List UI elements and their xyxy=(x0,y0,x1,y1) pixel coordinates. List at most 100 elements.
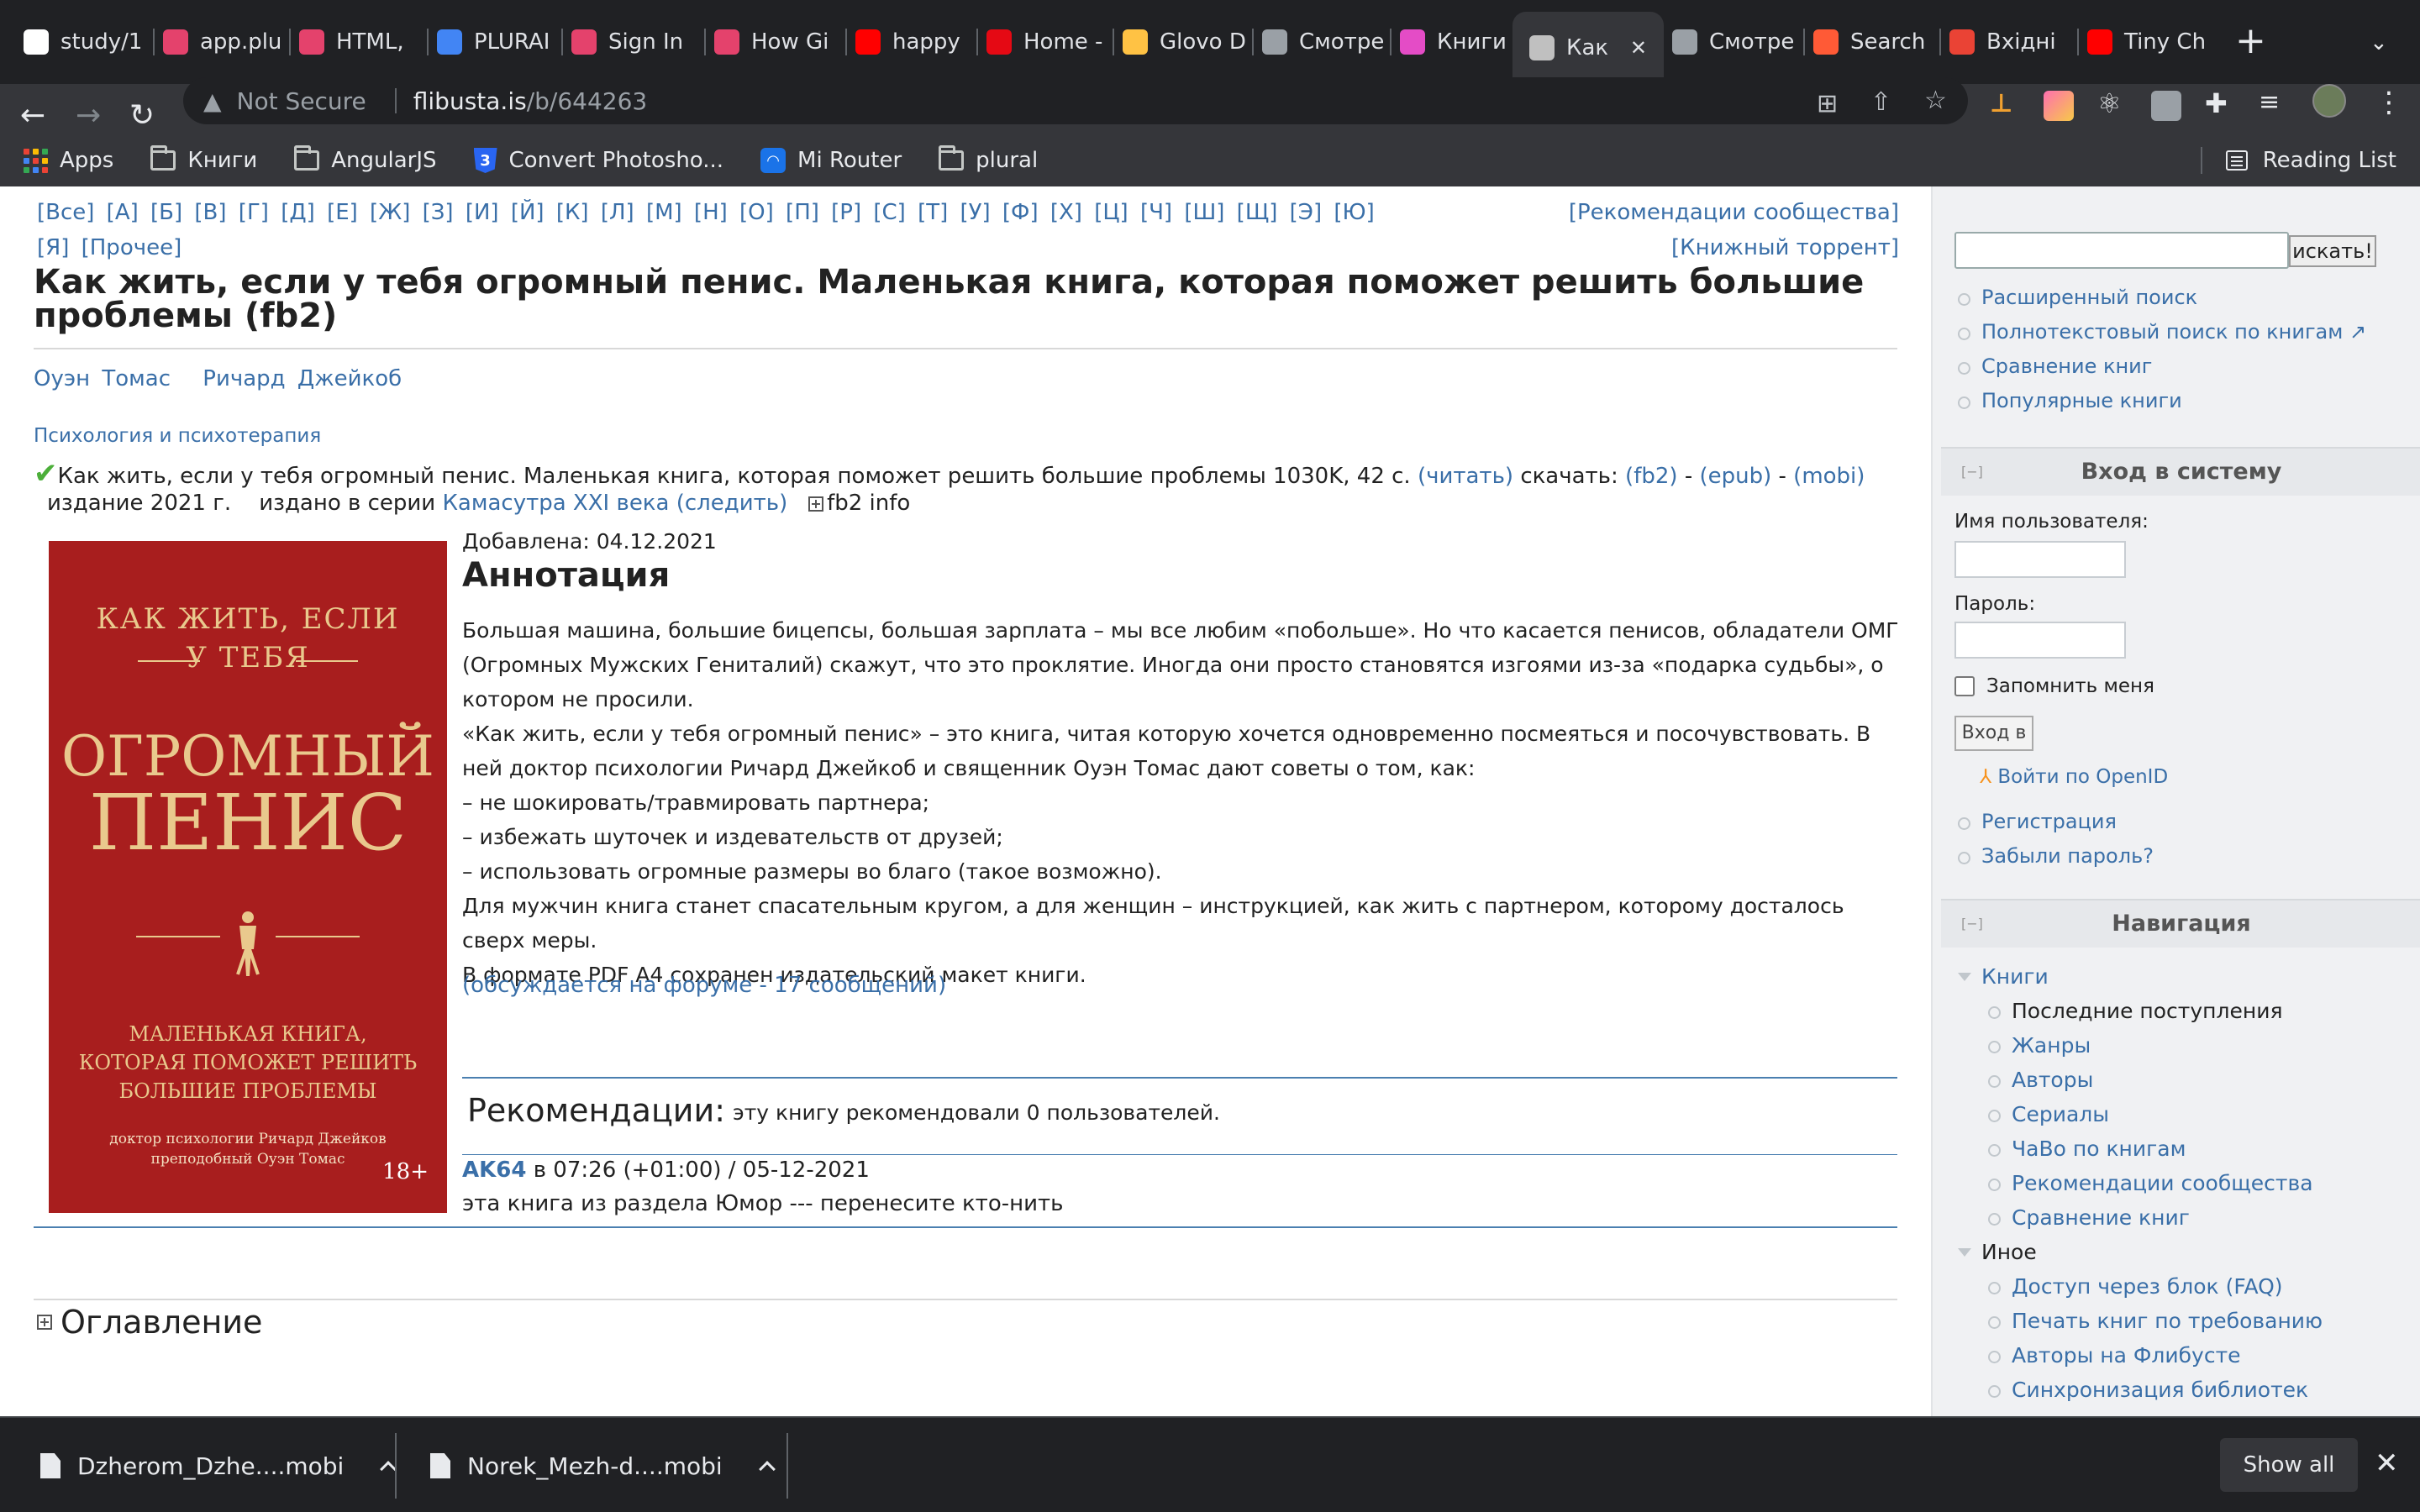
nav-group-books[interactable]: Книги xyxy=(1954,959,2323,994)
share-icon[interactable]: ⇧ xyxy=(1870,87,1891,117)
tab-9[interactable]: Смотре xyxy=(1262,18,1388,66)
reading-list-button[interactable]: Reading List xyxy=(2200,134,2396,186)
nav-item-recommendations[interactable]: Рекомендации сообщества xyxy=(1954,1166,2323,1200)
tab-13[interactable]: Search xyxy=(1813,18,1939,66)
nav-item-sync[interactable]: Синхронизация библиотек xyxy=(1954,1373,2323,1407)
tab-search-chevron-icon[interactable]: ⌄ xyxy=(2370,30,2388,55)
tab-1[interactable]: app.plu xyxy=(163,18,289,66)
download-fb2-link[interactable]: (fb2) xyxy=(1625,464,1678,489)
react-devtools-icon[interactable]: ⚛ xyxy=(2097,87,2128,119)
username-field[interactable] xyxy=(1954,541,2126,578)
forgot-password-link[interactable]: Забыли пароль? xyxy=(1954,839,2154,874)
nav-item-compare[interactable]: Сравнение книг xyxy=(1954,1200,2323,1235)
address-bar[interactable]: ▲ Not Secure flibusta.is/b/644263 xyxy=(183,77,1968,124)
download-mobi-link[interactable]: (mobi) xyxy=(1793,464,1865,489)
nav-item-authors[interactable]: Авторы xyxy=(1954,1063,2323,1097)
reload-icon[interactable]: ↻ xyxy=(129,99,155,133)
color-picker-extension-icon[interactable] xyxy=(2044,91,2074,121)
tab-10[interactable]: Книги xyxy=(1400,18,1526,66)
community-recommendations-link[interactable]: [Рекомендации сообщества] xyxy=(1569,200,1899,225)
bookmark-star-icon[interactable]: ☆ xyxy=(1924,86,1947,115)
tab-3[interactable]: PLURAI xyxy=(437,18,563,66)
tab-15[interactable]: Tiny Ch xyxy=(2087,18,2213,66)
author-link[interactable]: Оуэн Томас xyxy=(34,366,171,391)
collapse-marker[interactable]: [−] xyxy=(1961,900,1983,948)
nav-item-latest[interactable]: Последние поступления xyxy=(1954,994,2323,1028)
advanced-search-link[interactable]: Расширенный поиск xyxy=(1954,281,2366,315)
book-torrent-link[interactable]: [Книжный торрент] xyxy=(1671,235,1899,260)
nav-item-series[interactable]: Сериалы xyxy=(1954,1097,2323,1131)
remember-me[interactable]: Запомнить меня xyxy=(1954,675,2154,697)
back-arrow-icon[interactable]: ← xyxy=(20,99,45,133)
bookmark-apps[interactable]: Apps xyxy=(24,148,113,173)
nav-group-other[interactable]: Иное xyxy=(1954,1235,2323,1269)
screenshot-extension-icon[interactable] xyxy=(2151,91,2181,121)
login-button[interactable]: Вход в с xyxy=(1954,716,2033,751)
extension-icon[interactable]: ⊥ xyxy=(1990,89,2020,119)
bookmark-convert-photoshop[interactable]: 3 Convert Photosho... xyxy=(473,148,723,173)
comment-user-link[interactable]: AK64 xyxy=(462,1158,526,1183)
forward-arrow-icon[interactable]: → xyxy=(76,99,101,133)
bookmark-folder-angularjs[interactable]: AngularJS xyxy=(294,145,437,173)
show-all-button[interactable]: Show all xyxy=(2220,1438,2358,1492)
age-rating: 18+ xyxy=(382,1159,429,1184)
forum-link[interactable]: (обсуждается на форуме - 17 сообщений) xyxy=(462,973,946,998)
toc-toggle[interactable]: Оглавление xyxy=(37,1304,262,1341)
flibusta-icon xyxy=(1529,35,1555,60)
series-link[interactable]: Камасутра XXI века (следить) xyxy=(442,491,787,516)
profile-avatar[interactable] xyxy=(2312,84,2346,118)
more-menu-icon[interactable]: ⋮ xyxy=(2375,86,2403,119)
popular-books-link[interactable]: Популярные книги xyxy=(1954,384,2366,418)
nav-block-header[interactable]: [−] Навигация xyxy=(1941,899,2420,948)
expand-plus-icon xyxy=(808,496,824,512)
password-field[interactable] xyxy=(1954,622,2126,659)
close-tab-icon[interactable]: ✕ xyxy=(1630,36,1647,60)
tab-6[interactable]: happy xyxy=(855,18,981,66)
login-block-header[interactable]: [−] Вход в систему xyxy=(1941,447,2420,496)
bookmark-folder-knigi[interactable]: Книги xyxy=(150,145,257,173)
bookmark-mi-router[interactable]: ◠ Mi Router xyxy=(760,148,902,173)
close-icon[interactable]: ✕ xyxy=(2375,1446,2399,1480)
nav-item-faq[interactable]: ЧаВо по книгам xyxy=(1954,1131,2323,1166)
recommendations-count: эту книгу рекомендовали 0 пользователей. xyxy=(733,1100,1220,1125)
translate-icon[interactable]: ⊞ xyxy=(1817,89,1838,118)
search-input[interactable] xyxy=(1954,232,2289,269)
collapse-marker[interactable]: [−] xyxy=(1961,449,1983,496)
new-tab-button[interactable]: + xyxy=(2235,20,2266,62)
annotation-paragraph: Для мужчин книга станет спасательным кру… xyxy=(462,894,1844,953)
nav-item-flibusta-authors[interactable]: Авторы на Флибусте xyxy=(1954,1338,2323,1373)
read-link[interactable]: (читать) xyxy=(1418,464,1513,489)
download-item[interactable]: Norek_Mezh-d....mobi xyxy=(430,1418,776,1512)
tab-12[interactable]: Смотре xyxy=(1672,18,1798,66)
bookmark-folder-plural[interactable]: plural xyxy=(939,145,1038,173)
openid-link[interactable]: ⅄ Войти по OpenID xyxy=(1980,766,2168,788)
alphabet-index[interactable]: [Все] [А] [Б] [В] [Г] [Д] [Е] [Ж] [З] [И… xyxy=(37,195,1415,265)
tab-5[interactable]: How Gi xyxy=(714,18,840,66)
download-epub-link[interactable]: (epub) xyxy=(1699,464,1771,489)
tab-4[interactable]: Sign In xyxy=(571,18,697,66)
fulltext-search-link[interactable]: Полнотекстовый поиск по книгам ↗ xyxy=(1954,315,2366,349)
tab-11[interactable]: Как ✕ xyxy=(1512,12,1664,84)
page-title: Как жить, если у тебя огромный пенис. Ма… xyxy=(34,263,1865,335)
tab-7[interactable]: Home - xyxy=(986,18,1113,66)
register-link[interactable]: Регистрация xyxy=(1954,805,2154,839)
media-playlist-icon[interactable]: ≡ xyxy=(2259,87,2289,118)
tab-14[interactable]: Вхідні xyxy=(1949,18,2075,66)
remember-checkbox[interactable] xyxy=(1954,676,1975,696)
tab-0[interactable]: study/1 xyxy=(24,18,150,66)
nav-item-print[interactable]: Печать книг по требованию xyxy=(1954,1304,2323,1338)
tab-2[interactable]: HTML, xyxy=(299,18,425,66)
author-link[interactable]: Ричард Джейкоб xyxy=(203,366,402,391)
divider xyxy=(34,1226,1897,1228)
search-button[interactable]: искать! xyxy=(2289,235,2376,267)
genre-link[interactable]: Психология и психотерапия xyxy=(34,425,321,447)
compare-books-link[interactable]: Сравнение книг xyxy=(1954,349,2366,384)
fb2-info-toggle[interactable]: fb2 info xyxy=(808,491,910,516)
nav-item-genres[interactable]: Жанры xyxy=(1954,1028,2323,1063)
download-item[interactable]: Dzherom_Dzhe....mobi xyxy=(40,1418,397,1512)
nav-item-block-access[interactable]: Доступ через блок (FAQ) xyxy=(1954,1269,2323,1304)
puzzle-extensions-icon[interactable]: ✚ xyxy=(2205,87,2235,119)
tab-8[interactable]: Glovo D xyxy=(1123,18,1249,66)
chevron-up-icon[interactable] xyxy=(758,1461,776,1478)
title-divider xyxy=(34,348,1897,349)
